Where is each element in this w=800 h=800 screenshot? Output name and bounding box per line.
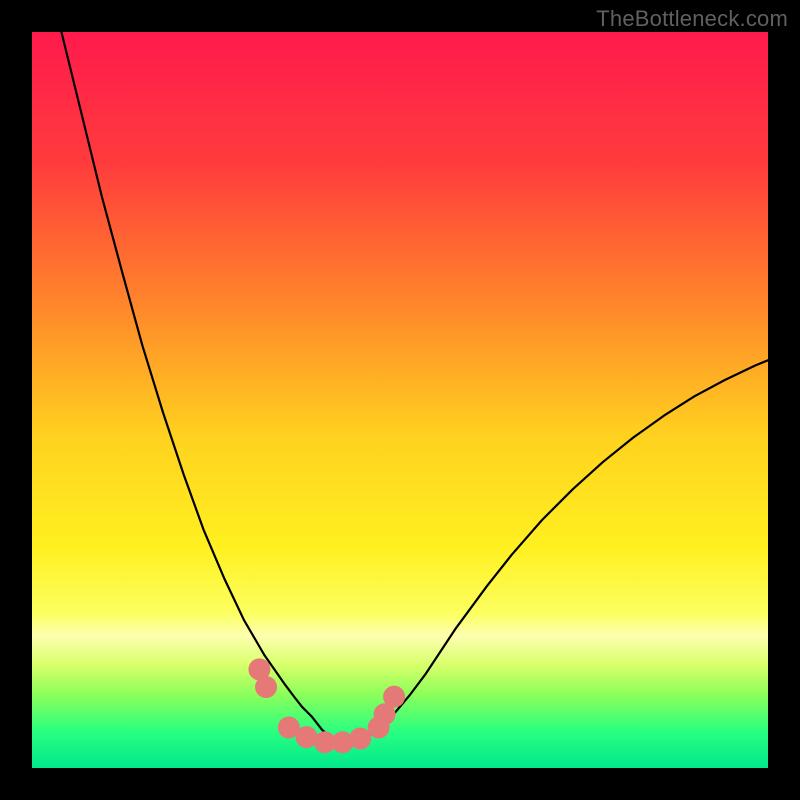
watermark-text: TheBottleneck.com — [596, 6, 788, 32]
background-gradient — [32, 32, 768, 768]
plot-svg — [32, 32, 768, 768]
plot-area — [32, 32, 768, 768]
chart-frame: TheBottleneck.com — [0, 0, 800, 800]
marker-point — [383, 686, 405, 708]
marker-point — [255, 676, 277, 698]
marker-point — [349, 728, 371, 750]
